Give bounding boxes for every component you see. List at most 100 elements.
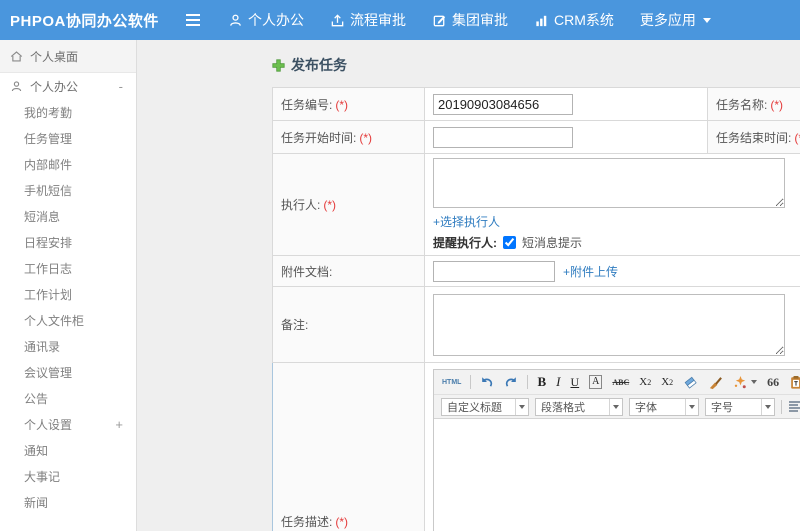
page-title-text: 发布任务 xyxy=(291,57,347,73)
sidebar-item-label: 会议管理 xyxy=(24,365,73,380)
sidebar-item-announcement[interactable]: 公告 xyxy=(0,385,136,411)
sidebar-item-personal-settings[interactable]: 个人设置 + xyxy=(0,411,136,437)
caret-down-icon xyxy=(761,398,774,415)
toolbar-separator xyxy=(781,399,782,414)
attachment-input[interactable] xyxy=(433,260,555,282)
sidebar-item-contacts[interactable]: 通讯录 xyxy=(0,333,136,359)
user-icon xyxy=(10,80,24,93)
field-label: 执行人: xyxy=(281,198,321,212)
nav-crm-system[interactable]: CRM系统 xyxy=(534,10,614,30)
sidebar: 个人桌面 个人办公 - 我的考勤 任务管理 内部邮件 手机短信 短消息 日程安排… xyxy=(0,40,137,531)
caret-down-icon xyxy=(609,398,622,415)
executor-label-cell: 执行人: (*) xyxy=(272,153,425,256)
executor-textarea[interactable] xyxy=(433,158,785,208)
field-label: 任务描述: xyxy=(281,515,333,529)
main-content: 发布任务 任务编号:(*) 任务名称:(*) 任务开 xyxy=(138,40,800,531)
eraser-button[interactable] xyxy=(682,372,699,392)
paragraph-format-select[interactable]: 段落格式 xyxy=(535,397,623,416)
rich-text-editor: HTML B I U A ABC X 2 X 2 66 自定义标题 段落格式 字… xyxy=(433,369,800,531)
add-icon xyxy=(272,58,285,72)
format-brush-button[interactable] xyxy=(707,372,724,392)
nav-process-approval[interactable]: 流程审批 xyxy=(330,10,406,30)
collapse-icon[interactable]: - xyxy=(119,79,123,94)
bold-button[interactable]: B xyxy=(536,372,547,392)
sidebar-item-label: 新闻 xyxy=(24,495,49,510)
nav-more-apps[interactable]: 更多应用 xyxy=(640,10,711,30)
sidebar-item-label: 短消息 xyxy=(24,209,61,224)
sidebar-item-label: 通知 xyxy=(24,443,49,458)
sidebar-item-mobile-sms[interactable]: 手机短信 xyxy=(0,177,136,203)
field-label: 任务编号: xyxy=(281,97,333,112)
sidebar-item-short-message[interactable]: 短消息 xyxy=(0,203,136,229)
sidebar-item-personal-files[interactable]: 个人文件柜 xyxy=(0,307,136,333)
sidebar-item-task-management[interactable]: 任务管理 xyxy=(0,125,136,151)
caret-down-icon xyxy=(685,398,698,415)
sidebar-item-personal-office[interactable]: 个人办公 - xyxy=(0,73,136,99)
task-name-label-cell: 任务名称: (*) xyxy=(707,87,800,121)
sidebar-item-label: 任务管理 xyxy=(24,131,73,146)
required-mark: (*) xyxy=(770,97,784,112)
required-mark: (*) xyxy=(359,130,373,145)
strikethrough-button[interactable]: ABC xyxy=(611,372,630,392)
sms-remind-checkbox[interactable] xyxy=(503,236,516,249)
auto-typeset-button[interactable] xyxy=(732,372,758,392)
nav-personal-office[interactable]: 个人办公 xyxy=(228,10,304,30)
sidebar-item-label: 日程安排 xyxy=(24,235,73,250)
sidebar-item-label: 个人设置 xyxy=(24,417,73,432)
editor-content-area[interactable] xyxy=(434,419,800,531)
custom-title-select[interactable]: 自定义标题 xyxy=(441,397,529,416)
html-source-button[interactable]: HTML xyxy=(441,372,462,392)
italic-button[interactable]: I xyxy=(555,372,561,392)
table-row: 附件文档: +附件上传 xyxy=(272,255,800,287)
menu-toggle-icon[interactable] xyxy=(186,14,200,26)
choose-executor-link[interactable]: +选择执行人 xyxy=(433,213,500,230)
remark-textarea[interactable] xyxy=(433,293,785,356)
start-time-input[interactable] xyxy=(433,126,573,148)
nav-group-approval[interactable]: 集团审批 xyxy=(432,10,508,30)
sidebar-item-label: 个人办公 xyxy=(30,79,79,94)
font-size-select[interactable]: 字号 xyxy=(705,397,775,416)
underline-button[interactable]: U xyxy=(569,372,580,392)
sidebar-item-meeting-management[interactable]: 会议管理 xyxy=(0,359,136,385)
sidebar-item-label: 我的考勤 xyxy=(24,105,73,120)
sidebar-item-label: 个人文件柜 xyxy=(24,313,85,328)
attachment-upload-link[interactable]: +附件上传 xyxy=(563,263,618,280)
sidebar-item-label: 手机短信 xyxy=(24,183,73,198)
sidebar-item-label: 工作计划 xyxy=(24,287,73,302)
end-time-label-cell: 任务结束时间:(*) xyxy=(707,120,800,154)
sidebar-item-personal-desktop[interactable]: 个人桌面 xyxy=(0,40,136,73)
sidebar-item-internal-mail[interactable]: 内部邮件 xyxy=(0,151,136,177)
undo-button[interactable] xyxy=(479,372,495,392)
superscript-button[interactable]: X2 xyxy=(638,372,652,392)
table-row: 任务编号:(*) 任务名称:(*) xyxy=(272,87,800,121)
caret-down-icon xyxy=(751,380,758,384)
top-header: PHPOA协同办公软件 个人办公 流程审批 集团审批 CRM系统 更多应用 xyxy=(0,0,800,40)
sidebar-item-work-plan[interactable]: 工作计划 xyxy=(0,281,136,307)
sidebar-item-notification[interactable]: 通知 xyxy=(0,437,136,463)
remark-label-cell: 备注: xyxy=(272,286,425,363)
sidebar-item-label: 大事记 xyxy=(24,469,61,484)
sidebar-item-my-attendance[interactable]: 我的考勤 xyxy=(0,99,136,125)
task-number-input[interactable] xyxy=(433,93,573,115)
sidebar-item-work-log[interactable]: 工作日志 xyxy=(0,255,136,281)
field-label: 附件文档: xyxy=(281,264,333,279)
font-family-select[interactable]: 字体 xyxy=(629,397,699,416)
editor-toolbar: HTML B I U A ABC X 2 X 2 66 自定义标题 段落格式 字… xyxy=(434,370,800,419)
paste-text-button[interactable] xyxy=(788,372,800,392)
sidebar-item-news[interactable]: 新闻 xyxy=(0,489,136,515)
process-approval-icon xyxy=(330,13,345,28)
edit-approval-icon xyxy=(432,13,447,28)
blockquote-button[interactable]: 66 xyxy=(766,372,780,392)
redo-button[interactable] xyxy=(503,372,519,392)
task-number-label-cell: 任务编号: (*) xyxy=(272,87,425,121)
sidebar-item-milestones[interactable]: 大事记 xyxy=(0,463,136,489)
user-icon xyxy=(228,13,243,28)
field-label: 备注: xyxy=(281,318,309,332)
sidebar-item-schedule[interactable]: 日程安排 xyxy=(0,229,136,255)
align-left-button[interactable] xyxy=(788,397,800,417)
expand-icon[interactable]: + xyxy=(115,417,123,432)
sidebar-item-label: 工作日志 xyxy=(24,261,73,276)
text-style-button[interactable]: A xyxy=(588,372,603,392)
caret-down-icon xyxy=(702,17,711,23)
subscript-button[interactable]: X2 xyxy=(660,372,674,392)
